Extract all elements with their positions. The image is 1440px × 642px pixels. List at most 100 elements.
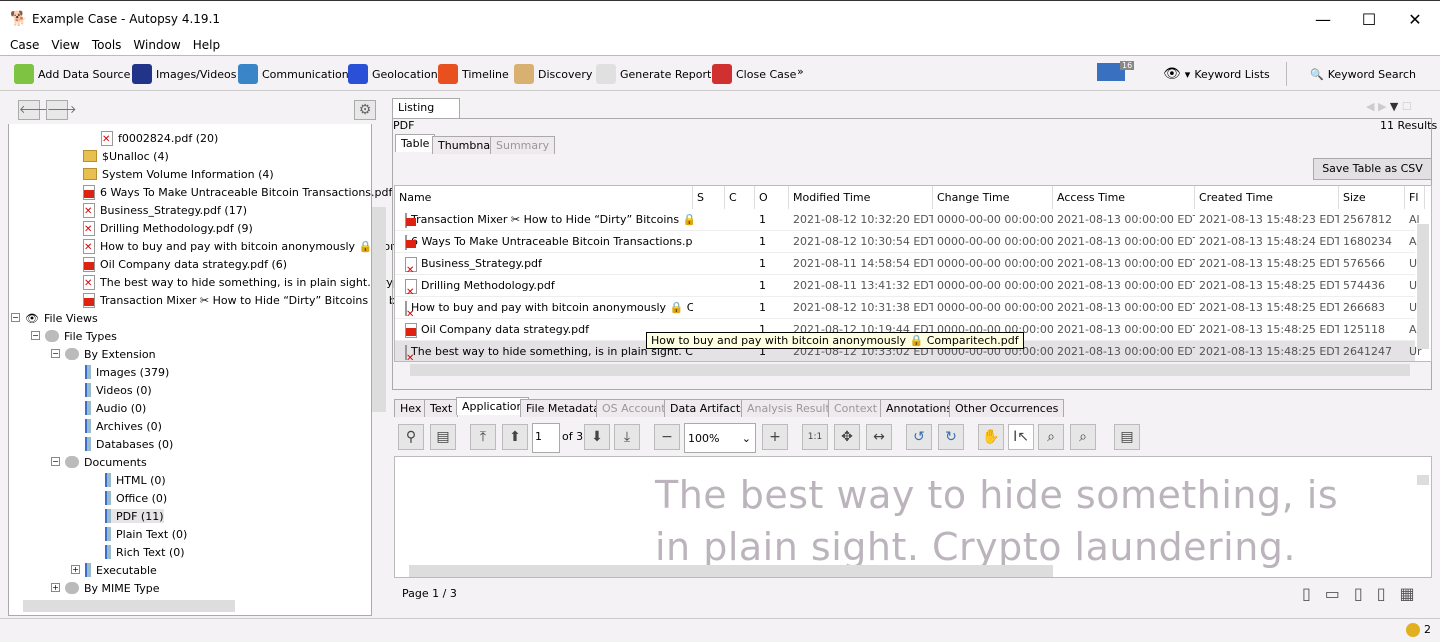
save-table-csv-button[interactable]: Save Table as CSV (1313, 158, 1432, 180)
tree-item[interactable]: System Volume Information (4) (9, 165, 371, 183)
rotate-right-icon[interactable]: ↻ (938, 424, 964, 450)
previous-page-icon[interactable]: ⬆ (502, 424, 528, 450)
find-binoculars-icon[interactable]: ⚲ (398, 424, 424, 450)
more-tools-icon[interactable]: » (797, 65, 804, 78)
tree-item[interactable]: − File Types (9, 327, 371, 345)
toolbar-geolocation-button[interactable]: Geolocation (348, 64, 438, 84)
menu-case[interactable]: Case (10, 38, 39, 52)
table-horizontal-scrollbar[interactable] (410, 364, 1410, 376)
tree-item[interactable]: HTML (0) (9, 471, 371, 489)
maximize-button[interactable]: ☐ (1346, 7, 1392, 33)
toolbar-timeline-button[interactable]: Timeline (438, 64, 509, 84)
tab-context[interactable]: Context (828, 399, 884, 417)
tree-vertical-scrollbar[interactable] (372, 207, 386, 412)
last-page-icon[interactable]: ⤓ (614, 424, 640, 450)
table-row[interactable]: 6 Ways To Make Untraceable Bitcoin Trans… (395, 231, 1420, 253)
column-header[interactable]: Change Time (933, 186, 1053, 209)
collapse-icon[interactable]: − (51, 349, 60, 358)
tree-item[interactable]: Office (0) (9, 489, 371, 507)
next-page-icon[interactable]: ⬇ (584, 424, 610, 450)
table-row[interactable]: How to buy and pay with bitcoin anonymou… (395, 297, 1422, 319)
column-header[interactable]: Fl (1405, 186, 1425, 209)
tree-item[interactable]: − 👁 File Views (9, 309, 371, 327)
toolbar-add-data-source-button[interactable]: Add Data Source (14, 64, 130, 84)
tree-item[interactable]: − By Extension (9, 345, 371, 363)
tree-item[interactable]: Oil Company data strategy.pdf (6) (9, 255, 371, 273)
tree-item[interactable]: Audio (0) (9, 399, 371, 417)
tree-item[interactable]: Videos (0) (9, 381, 371, 399)
first-page-icon[interactable]: ⤒ (470, 424, 496, 450)
zoom-select[interactable]: 100% ⌄ (684, 423, 756, 453)
tree-horizontal-scrollbar[interactable] (23, 600, 235, 612)
tree-item[interactable]: + By MIME Type (9, 579, 371, 597)
tab-file-metadata[interactable]: File Metadata (520, 399, 606, 417)
column-header[interactable]: Name (395, 186, 693, 209)
table-row[interactable]: Business_Strategy.pdf 1 2021-08-11 14:58:5… (395, 253, 1422, 275)
fit-width-icon[interactable]: ↔ (866, 424, 892, 450)
tab-nav-icons[interactable]: ◀ ▶ ▼ ☐ (1366, 100, 1412, 113)
forward-button[interactable]: 🡒 (46, 100, 77, 120)
toolbar-images-videos-button[interactable]: Images/Videos (132, 64, 236, 84)
annotations-panel-icon[interactable]: ▤ (1114, 424, 1140, 450)
zoom-out-icon[interactable]: − (654, 424, 680, 450)
actual-size-icon[interactable]: 1:1 (802, 424, 828, 450)
fit-page-icon[interactable]: ✥ (834, 424, 860, 450)
toolbar-discovery-button[interactable]: Discovery (514, 64, 592, 84)
column-header[interactable]: S (693, 186, 725, 209)
zoom-dynamic-icon[interactable]: ⌕ (1070, 424, 1096, 450)
text-select-icon[interactable]: I↖ (1008, 424, 1034, 450)
expand-icon[interactable]: + (71, 565, 80, 574)
tree-item[interactable]: Rich Text (0) (9, 543, 371, 561)
tree-item[interactable]: 6 Ways To Make Untraceable Bitcoin Trans… (9, 183, 400, 201)
tree-item[interactable]: − Documents (9, 453, 371, 471)
menu-view[interactable]: View (51, 38, 79, 52)
tab-analysis-results[interactable]: Analysis Results (741, 399, 842, 417)
menu-help[interactable]: Help (193, 38, 220, 52)
back-button[interactable]: 🡐 (18, 100, 49, 120)
column-header[interactable]: O (755, 186, 789, 209)
table-row[interactable]: Transaction Mixer ✂ How to Hide “Dirty” … (395, 209, 1420, 231)
settings-gear-icon[interactable]: ⚙ (354, 100, 376, 120)
notification-icon[interactable] (1406, 623, 1420, 637)
collapse-icon[interactable]: − (51, 457, 60, 466)
page-layout-icons[interactable]: ▯▭▯▯▦ (1302, 584, 1429, 603)
pan-hand-icon[interactable]: ✋ (978, 424, 1004, 450)
collapse-icon[interactable]: − (11, 313, 20, 322)
tree-item[interactable]: Databases (0) (9, 435, 371, 453)
tree-item[interactable]: The best way to hide something, is in pl… (9, 273, 411, 291)
toolbar-close-case-button[interactable]: Close Case (712, 64, 796, 84)
tab-text[interactable]: Text (424, 399, 459, 417)
page-number-input[interactable]: 1 (532, 423, 560, 453)
zoom-marquee-icon[interactable]: ⌕ (1038, 424, 1064, 450)
tree-item[interactable]: Archives (0) (9, 417, 371, 435)
tree-item[interactable]: Transaction Mixer ✂ How to Hide “Dirty” … (9, 291, 413, 309)
toolbar-generate-report-button[interactable]: Generate Report (596, 64, 711, 84)
toolbar-communications-button[interactable]: Communications (238, 64, 354, 84)
column-header[interactable]: C (725, 186, 755, 209)
tree-item[interactable]: Images (379) (9, 363, 371, 381)
rotate-left-icon[interactable]: ↺ (906, 424, 932, 450)
tab-other-occurrences[interactable]: Other Occurrences (949, 399, 1065, 417)
tree-item[interactable]: f0002824.pdf (20) (9, 129, 371, 147)
zoom-in-icon[interactable]: + (762, 424, 788, 450)
tab-data-artifacts[interactable]: Data Artifacts (664, 399, 752, 417)
table-row[interactable]: Drilling Methodology.pdf 1 2021-08-11 13:4… (395, 275, 1422, 297)
tree-item[interactable]: PDF (11) (9, 507, 371, 525)
menu-window[interactable]: Window (133, 38, 180, 52)
column-header[interactable]: Modified Time (789, 186, 933, 209)
menu-tools[interactable]: Tools (92, 38, 122, 52)
tab-listing[interactable]: Listing (392, 98, 460, 118)
tab-hex[interactable]: Hex (394, 399, 428, 417)
keyword-lists-button[interactable]: 👁 ▾ Keyword Lists (1163, 64, 1270, 84)
tree-item[interactable]: $Unalloc (4) (9, 147, 371, 165)
subtab-table[interactable]: Table (395, 134, 436, 152)
subtab-summary[interactable]: Summary (490, 136, 556, 154)
expand-icon[interactable]: + (51, 583, 60, 592)
column-header[interactable]: Created Time (1195, 186, 1339, 209)
thumbnails-icon[interactable]: ▤ (430, 424, 456, 450)
tab-os-account[interactable]: OS Account (596, 399, 672, 417)
tree-item[interactable]: + Executable (9, 561, 371, 579)
content-vertical-scrollbar[interactable] (1417, 475, 1429, 485)
tree-item[interactable]: How to buy and pay with bitcoin anonymou… (9, 237, 419, 255)
minimize-button[interactable]: — (1300, 7, 1346, 33)
